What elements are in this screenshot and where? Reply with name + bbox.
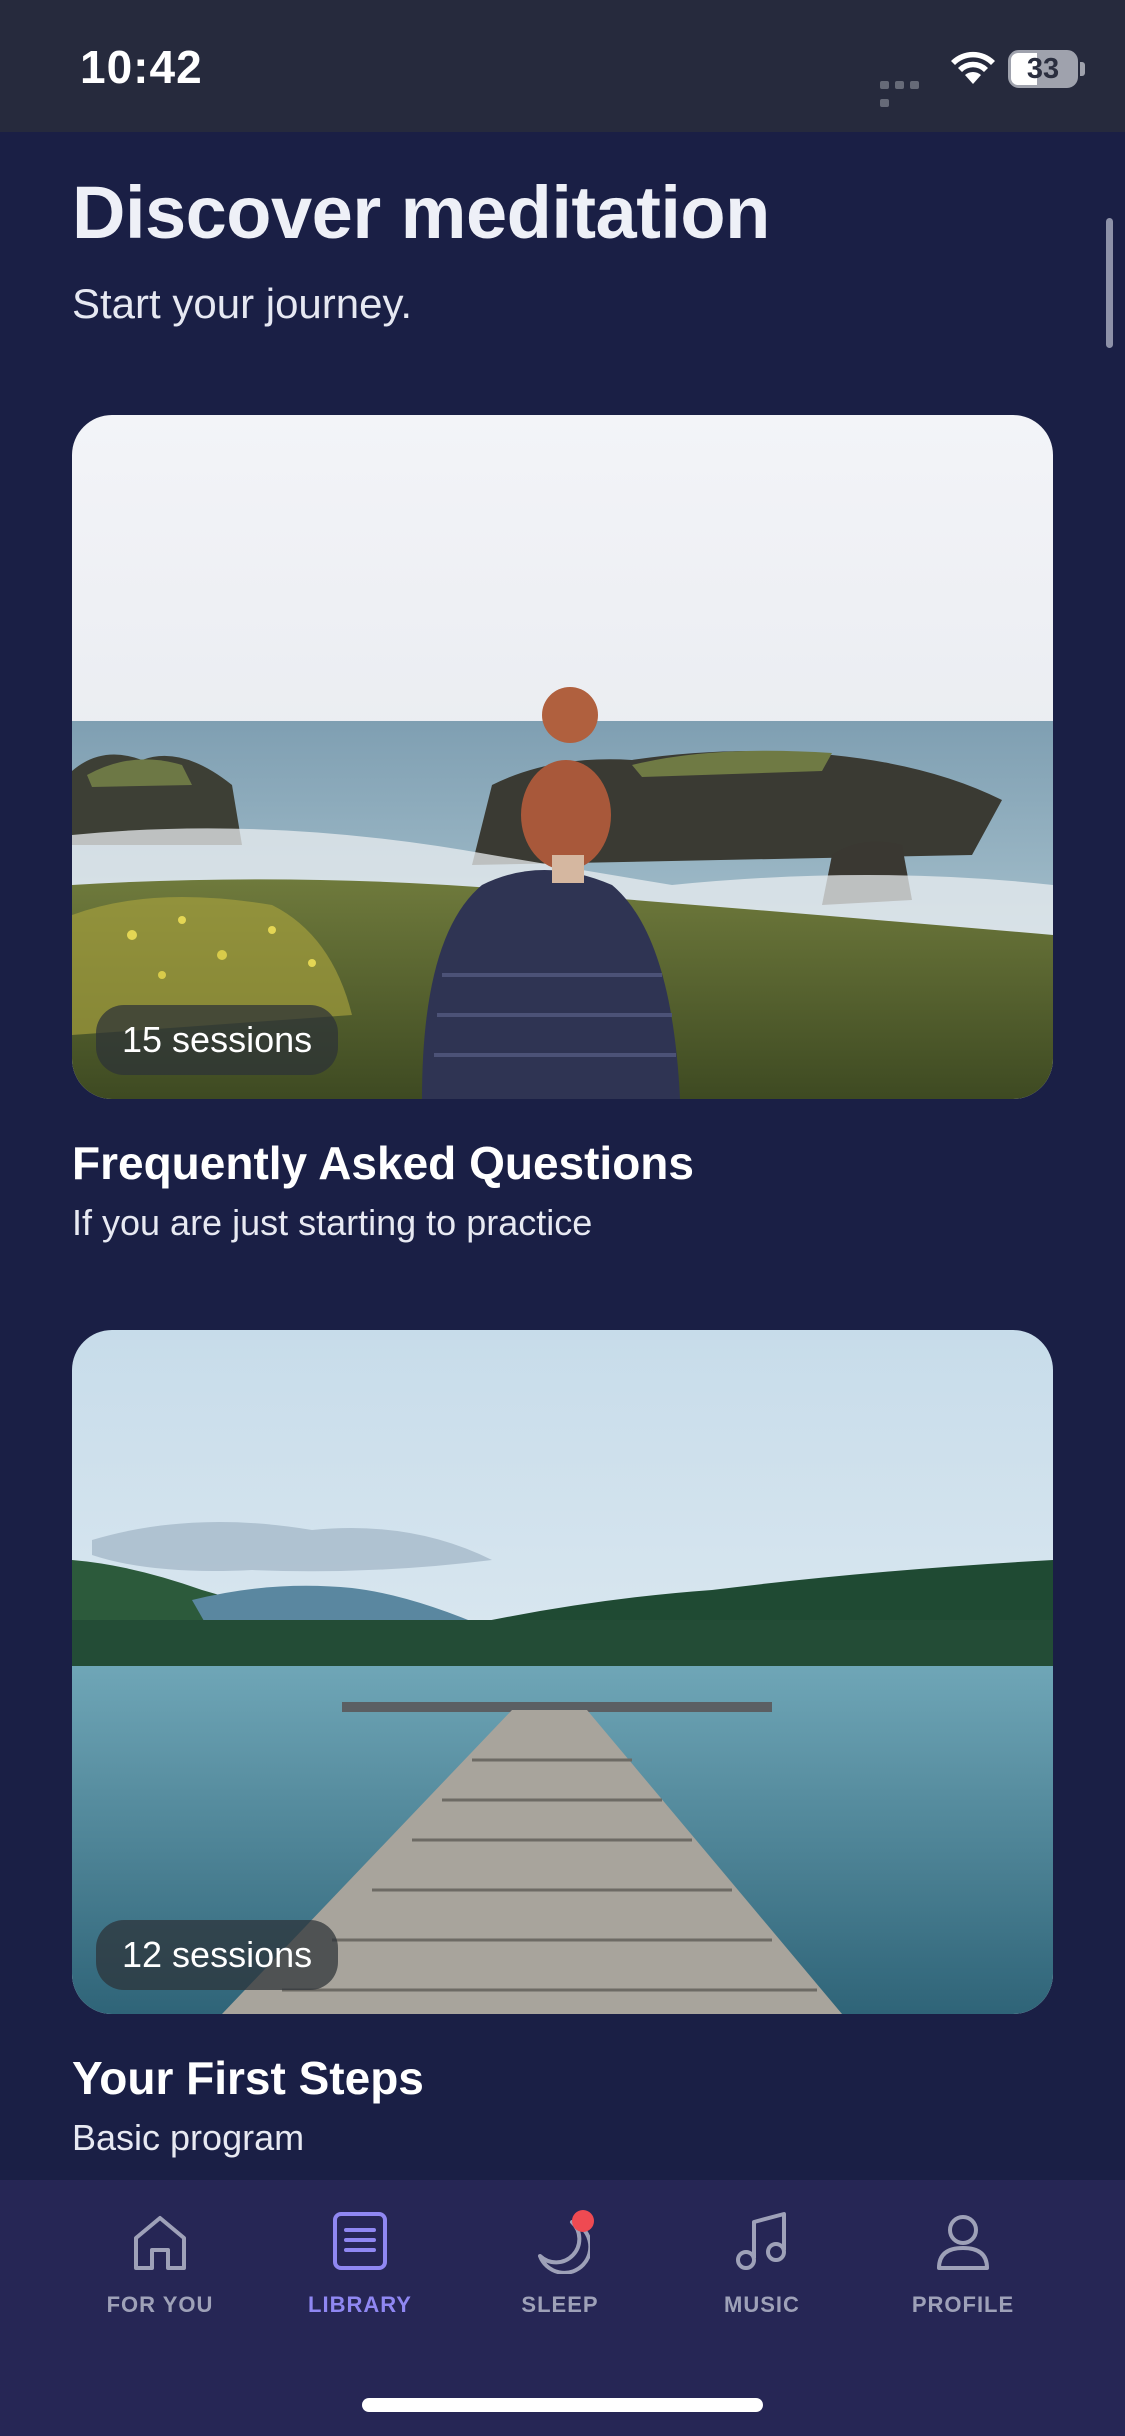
coast-photo	[72, 415, 1053, 1099]
lake-dock-photo	[72, 1330, 1053, 2014]
battery-level-text: 33	[1026, 53, 1060, 85]
course-card-title[interactable]: Frequently Asked Questions	[72, 1136, 694, 1190]
scroll-indicator[interactable]	[1106, 218, 1113, 348]
music-note-icon	[736, 2212, 786, 2270]
wifi-icon	[950, 50, 996, 86]
battery-cap	[1080, 62, 1085, 76]
tab-label: FOR YOU	[106, 2292, 214, 2317]
course-card-image[interactable]: 15 sessions	[72, 415, 1053, 1099]
library-icon	[333, 2212, 387, 2270]
sessions-badge: 15 sessions	[96, 1005, 339, 1075]
tab-label: LIBRARY	[308, 2292, 412, 2317]
tab-sleep[interactable]: SLEEP	[460, 2210, 660, 2340]
tab-label: MUSIC	[724, 2292, 800, 2317]
page-title: Discover meditation	[72, 171, 770, 254]
profile-icon	[937, 2215, 989, 2270]
sessions-badge: 12 sessions	[96, 1920, 339, 1990]
status-bar: 10:42 33	[0, 0, 1125, 132]
battery-icon: 33	[1008, 50, 1078, 88]
home-icon	[134, 2216, 186, 2270]
page-subtitle: Start your journey.	[72, 280, 413, 327]
cellular-signal-icon	[880, 76, 936, 107]
status-time: 10:42	[80, 41, 203, 93]
tab-for-you[interactable]: FOR YOU	[60, 2210, 260, 2340]
course-card-description: Basic program	[72, 2117, 305, 2158]
tab-profile[interactable]: PROFILE	[863, 2210, 1063, 2340]
course-card-image[interactable]: 12 sessions	[72, 1330, 1053, 2014]
home-indicator[interactable]	[362, 2398, 763, 2412]
notification-dot	[572, 2210, 594, 2232]
course-card-title[interactable]: Your First Steps	[72, 2051, 424, 2105]
tab-label: PROFILE	[911, 2292, 1015, 2317]
tab-label: SLEEP	[521, 2292, 599, 2317]
tab-music[interactable]: MUSIC	[662, 2210, 862, 2340]
tab-library[interactable]: LIBRARY	[260, 2210, 460, 2340]
course-card-description: If you are just starting to practice	[72, 1202, 593, 1243]
